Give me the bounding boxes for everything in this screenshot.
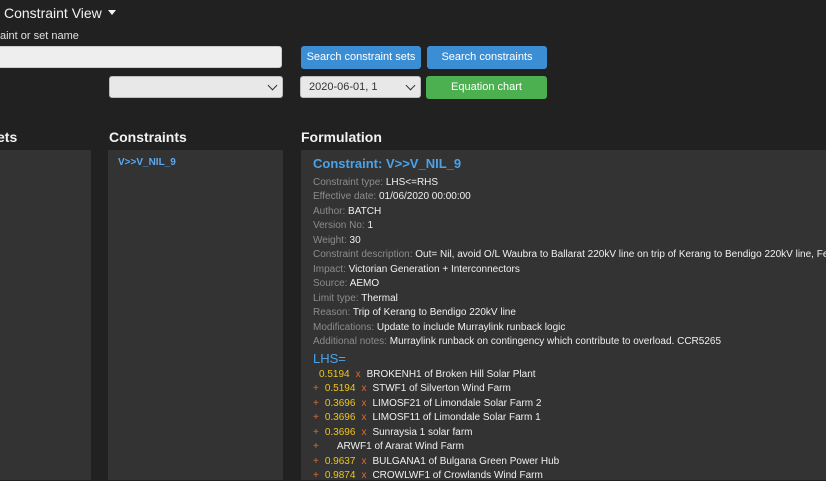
search-input[interactable] [0, 46, 282, 68]
detail-row: Impact: Victorian Generation + Interconn… [313, 264, 520, 275]
search-constraints-button[interactable]: Search constraints [427, 46, 547, 69]
detail-row: Modifications: Update to include Murrayl… [313, 322, 566, 333]
constraints-panel [108, 150, 283, 480]
lhs-title: LHS= [313, 351, 346, 366]
formulation-title: Constraint: V>>V_NIL_9 [313, 156, 462, 171]
lhs-term: +0.3696 x LIMOSF11 of Limondale Solar Farm… [313, 412, 541, 423]
detail-row: Constraint type: LHS<=RHS [313, 177, 439, 188]
lhs-term: +0.9874 x CROWLWF1 of Crowlands Wind Farm [313, 470, 543, 481]
lhs-term: +0.5194 x STWF1 of Silverton Wind Farm [313, 383, 511, 394]
equation-chart-button[interactable]: Equation chart [426, 76, 547, 99]
constraint-sets-panel [0, 150, 91, 480]
lhs-term: +0.9637 x BULGANA1 of Bulgana Green Power … [313, 456, 560, 467]
date-select-value: 2020-06-01, 1 [309, 81, 378, 93]
lhs-term: 0.5194 x BROKENH1 of Broken Hill Solar Pla… [319, 369, 536, 380]
detail-row: Author: BATCH [313, 206, 382, 217]
chevron-down-icon [267, 80, 278, 91]
formulation-heading: Formulation [301, 129, 382, 145]
detail-row: Source: AEMO [313, 278, 380, 289]
view-title-label: Constraint View [4, 5, 102, 21]
lhs-term: +0.3696 x Sunraysia 1 solar farm [313, 427, 473, 438]
detail-row: Reason: Trip of Kerang to Bendigo 220kV … [313, 307, 516, 318]
lhs-term: +0.3696 x LIMOSF21 of Limondale Solar Farm… [313, 398, 542, 409]
constraint-sets-heading: ets [0, 129, 18, 145]
detail-row: Additional notes: Murraylink runback on … [313, 336, 722, 347]
constraints-heading: Constraints [109, 129, 187, 145]
caret-down-icon [107, 9, 116, 15]
detail-row: Effective date: 01/06/2020 00:00:00 [313, 191, 471, 202]
chevron-down-icon [405, 80, 416, 91]
lhs-term: + ARWF1 of Ararat Wind Farm [313, 441, 464, 452]
date-select[interactable]: 2020-06-01, 1 [300, 76, 421, 98]
view-title[interactable]: Constraint View [4, 5, 116, 21]
search-label: aint or set name [0, 30, 79, 42]
detail-row: Limit type: Thermal [313, 293, 398, 304]
constraint-set-select[interactable] [109, 76, 283, 98]
detail-row: Weight: 30 [313, 235, 361, 246]
search-constraint-sets-button[interactable]: Search constraint sets [301, 46, 421, 69]
constraint-list-item[interactable]: V>>V_NIL_9 [118, 157, 176, 168]
detail-row: Constraint description: Out= Nil, avoid … [313, 249, 826, 260]
detail-row: Version No: 1 [313, 220, 374, 231]
